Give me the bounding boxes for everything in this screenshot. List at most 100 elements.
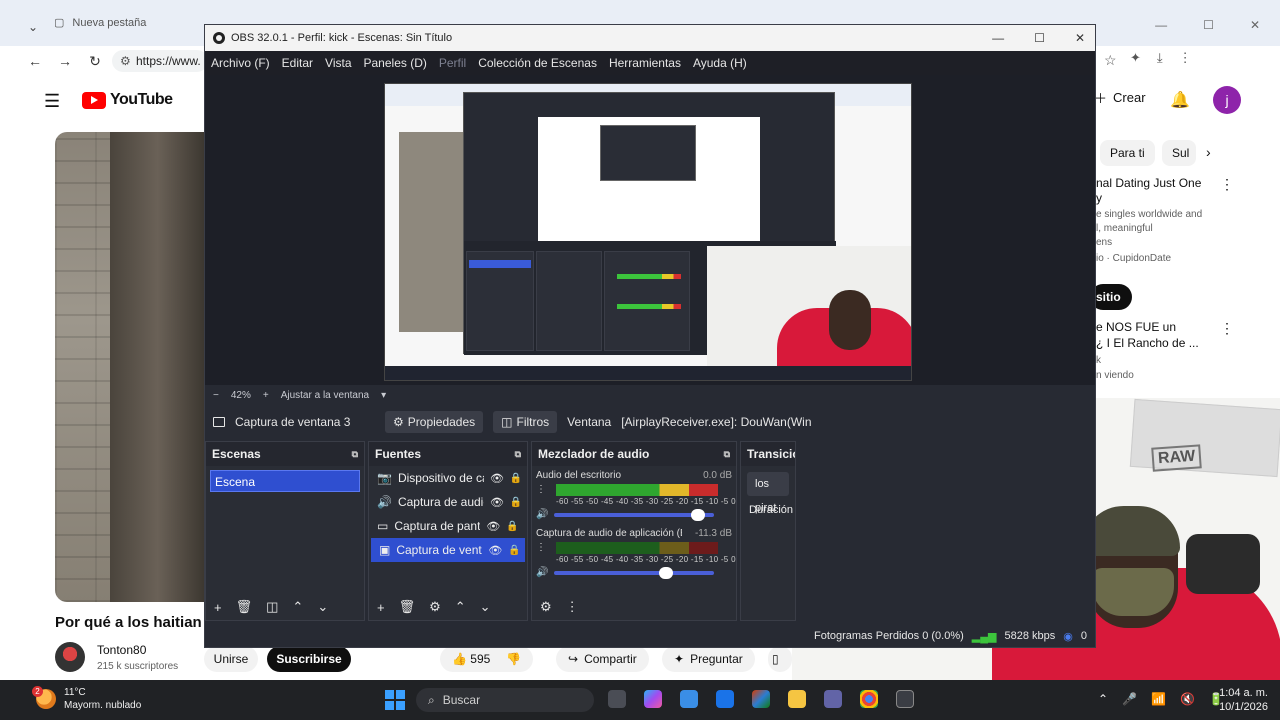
channel-avatar[interactable] xyxy=(55,642,85,672)
zoom-in-icon[interactable]: + xyxy=(263,390,269,401)
sidebar-item1-title[interactable]: nal Dating Just One xyxy=(1096,176,1206,191)
microphone-icon[interactable]: 🎤 xyxy=(1122,692,1137,706)
menu-vista[interactable]: Vista xyxy=(325,56,351,70)
visit-site-button[interactable]: sitio xyxy=(1090,284,1132,310)
move-up-icon[interactable]: ⌃ xyxy=(292,599,303,615)
menu-coleccion-escenas[interactable]: Colección de Escenas xyxy=(478,56,597,70)
save-button[interactable]: ▯ xyxy=(768,646,792,672)
obs-taskbar-icon[interactable] xyxy=(896,690,914,708)
start-button[interactable] xyxy=(385,690,405,710)
dislike-button[interactable]: 👎 xyxy=(506,652,521,666)
menu-herramientas[interactable]: Herramientas xyxy=(609,56,681,70)
undock-icon[interactable]: ⧉ xyxy=(515,449,521,460)
notifications-bell-icon[interactable]: 🔔 xyxy=(1170,90,1190,110)
menu-ayuda[interactable]: Ayuda (H) xyxy=(693,56,747,70)
filters-button[interactable]: ◫ Filtros xyxy=(493,411,558,433)
minimize-icon[interactable]: — xyxy=(992,31,1004,45)
volume-slider[interactable] xyxy=(554,508,715,521)
bookmark-star-icon[interactable]: ☆ xyxy=(1104,52,1117,69)
maximize-icon[interactable]: ☐ xyxy=(1034,31,1045,45)
video-player[interactable] xyxy=(55,132,205,602)
volume-slider-knob[interactable] xyxy=(691,508,706,521)
more-actions-icon[interactable]: ⋮ xyxy=(1220,320,1234,337)
weather-widget[interactable]: 2 11°C Mayorm. nublado xyxy=(32,686,141,712)
maximize-icon[interactable]: ☐ xyxy=(1203,18,1214,32)
teams-icon[interactable] xyxy=(824,690,842,708)
close-icon[interactable]: ✕ xyxy=(1250,18,1260,32)
reload-icon[interactable]: ↻ xyxy=(86,52,104,70)
more-actions-icon[interactable]: ⋮ xyxy=(1220,176,1234,193)
speaker-icon[interactable]: 🔊 xyxy=(536,567,548,578)
downloads-icon[interactable]: ⤓ xyxy=(1157,50,1163,66)
trash-icon[interactable]: 🗑 xyxy=(399,599,416,615)
preview-canvas[interactable] xyxy=(384,83,912,381)
hamburger-menu-icon[interactable]: ☰ xyxy=(44,91,60,112)
eye-icon[interactable]: 👁 xyxy=(490,472,504,485)
sidebar-item2-title[interactable]: e NOS FUE un xyxy=(1096,320,1206,335)
transition-select[interactable]: los pirat xyxy=(747,472,789,514)
file-explorer-icon[interactable] xyxy=(788,690,806,708)
mixer-menu-icon[interactable]: ⋮ xyxy=(566,599,579,615)
channel-menu-icon[interactable]: ⋮ xyxy=(536,542,546,553)
user-avatar[interactable]: j xyxy=(1213,86,1241,114)
move-up-icon[interactable]: ⌃ xyxy=(455,599,466,615)
tab-list-icon[interactable]: ⌄ xyxy=(28,20,42,34)
minimize-icon[interactable]: — xyxy=(1155,18,1167,32)
lock-icon[interactable]: 🔒 xyxy=(508,545,520,556)
lock-icon[interactable]: 🔒 xyxy=(510,473,522,484)
youtube-logo[interactable]: YouTube xyxy=(82,91,173,109)
eye-icon[interactable]: 👁 xyxy=(488,544,502,557)
eye-icon[interactable]: 👁 xyxy=(490,496,504,509)
add-icon[interactable]: + xyxy=(214,600,222,615)
outlook-icon[interactable] xyxy=(716,690,734,708)
speaker-icon[interactable]: 🔊 xyxy=(536,509,548,520)
browser-menu-icon[interactable]: ⋮ xyxy=(1179,50,1192,66)
menu-editar[interactable]: Editar xyxy=(282,56,313,70)
close-icon[interactable]: ✕ xyxy=(1075,31,1085,45)
gear-icon[interactable]: ⚙ xyxy=(429,599,441,615)
like-button[interactable]: 👍 595 xyxy=(452,652,490,666)
ask-button[interactable]: ✦ Preguntar xyxy=(662,646,755,672)
source-item-selected[interactable]: ▣ Captura de venta 👁 🔒 xyxy=(371,538,525,562)
clock[interactable]: 1:04 a. m. 10/1/2026 xyxy=(1218,686,1268,714)
obs-preview-area[interactable] xyxy=(205,75,1095,385)
fit-dropdown-icon[interactable]: ▾ xyxy=(381,390,386,401)
chip-sul[interactable]: Sul xyxy=(1162,140,1196,166)
eye-icon[interactable]: 👁 xyxy=(486,520,500,533)
properties-button[interactable]: ⚙ Propiedades xyxy=(385,411,484,433)
create-button[interactable]: ＋ Crear xyxy=(1094,88,1146,107)
scene-item[interactable]: Escena xyxy=(210,470,360,492)
undock-icon[interactable]: ⧉ xyxy=(724,449,730,460)
volume-slider-knob[interactable] xyxy=(659,566,674,579)
back-icon[interactable]: ← xyxy=(26,52,44,70)
sidebar-item2-title-cont[interactable]: ¿ I El Rancho de ... xyxy=(1096,336,1206,351)
move-down-icon[interactable]: ⌄ xyxy=(317,599,328,615)
taskbar-search[interactable]: ⌕ Buscar xyxy=(416,688,594,712)
menu-perfil[interactable]: Perfil xyxy=(439,56,466,70)
site-info-icon[interactable]: ⚙ xyxy=(120,50,131,72)
chevron-up-icon[interactable]: ⌃ xyxy=(1098,692,1108,706)
chevron-right-icon[interactable]: › xyxy=(1206,144,1211,160)
chrome-icon[interactable] xyxy=(860,690,878,708)
office-icon[interactable] xyxy=(752,690,770,708)
menu-archivo[interactable]: Archivo (F) xyxy=(211,56,270,70)
add-icon[interactable]: + xyxy=(377,600,385,615)
move-down-icon[interactable]: ⌄ xyxy=(480,599,491,615)
trash-icon[interactable]: 🗑 xyxy=(236,599,253,615)
advanced-audio-icon[interactable]: ⚙ xyxy=(540,599,552,615)
subscribe-button[interactable]: Suscribirse xyxy=(267,646,351,672)
source-item[interactable]: 📷 Dispositivo de ca 👁 🔒 xyxy=(369,466,527,490)
sidebar-item1-title-cont[interactable]: y xyxy=(1096,191,1206,206)
join-button[interactable]: Unirse xyxy=(204,646,258,672)
source-item[interactable]: 🔊 Captura de audic 👁 🔒 xyxy=(369,490,527,514)
tab-new-tab[interactable]: ▢ Nueva pestaña xyxy=(54,16,146,30)
zoom-out-icon[interactable]: − xyxy=(213,390,219,401)
scene-filter-icon[interactable]: ◫ xyxy=(266,599,278,615)
window-select[interactable]: [AirplayReceiver.exe]: DouWan(Win xyxy=(621,415,811,429)
forward-icon[interactable]: → xyxy=(56,52,74,70)
address-bar[interactable]: ⚙ https://www. xyxy=(112,50,208,72)
lock-icon[interactable]: 🔒 xyxy=(506,521,518,532)
task-view-icon[interactable] xyxy=(608,690,626,708)
menu-paneles[interactable]: Paneles (D) xyxy=(364,56,427,70)
share-button[interactable]: ↪ Compartir xyxy=(556,646,649,672)
